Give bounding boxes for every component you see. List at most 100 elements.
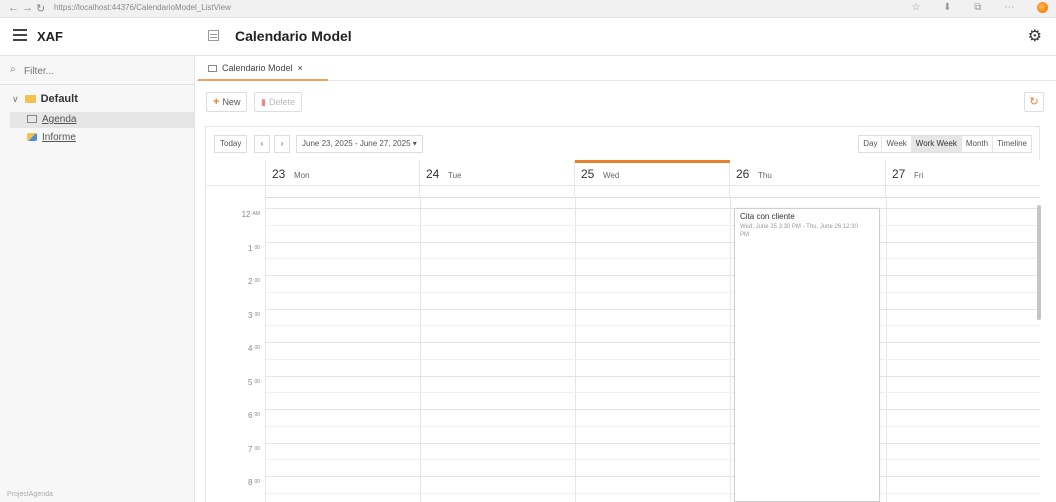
- day-header-thu[interactable]: 26 Thu: [730, 160, 886, 186]
- calendar-icon: [208, 30, 219, 41]
- view-month[interactable]: Month: [962, 136, 994, 152]
- half-hour-line: [266, 358, 1040, 360]
- hour-line: [266, 409, 1040, 410]
- forward-icon[interactable]: →: [22, 2, 33, 14]
- chevron-down-icon: ∨: [12, 94, 19, 104]
- back-icon[interactable]: ←: [8, 2, 19, 14]
- day-of-week: Tue: [448, 171, 462, 180]
- half-hour-line: [266, 258, 1040, 260]
- day-header-wed[interactable]: 25 Wed: [575, 160, 730, 186]
- sidebar: ⌕ ∨ Default Agenda Informe ProjectAgenda: [0, 56, 195, 502]
- brand: XAF: [37, 29, 63, 44]
- half-hour-line: [266, 224, 1040, 226]
- date-range-label: June 23, 2025 - June 27, 2025: [302, 139, 411, 148]
- sidebar-item-informe[interactable]: Informe: [27, 132, 76, 143]
- all-day-cell[interactable]: [420, 186, 575, 198]
- gear-icon[interactable]: ⚙: [1028, 26, 1042, 46]
- day-of-week-wrap: Thu: [756, 169, 772, 181]
- day-header-fri[interactable]: 27 Fri: [886, 160, 1040, 186]
- hour-value: 5: [247, 377, 253, 387]
- browser-bar: ← → ↻ https://localhost:44376/Calendario…: [0, 0, 1056, 18]
- half-hour-line: [266, 291, 1040, 293]
- view-work-week[interactable]: Work Week: [911, 136, 962, 152]
- day-number: 25: [581, 167, 595, 181]
- calendar-icon: [27, 115, 37, 123]
- hour-line: [266, 208, 1040, 209]
- hour-value: 3: [247, 310, 253, 320]
- next-button[interactable]: ›: [274, 135, 290, 153]
- caret-down-icon: ▾: [412, 139, 417, 148]
- toolbar: + New ▮ Delete ↻: [196, 81, 1056, 122]
- new-button[interactable]: + New: [206, 92, 248, 112]
- day-of-week: Fri: [914, 171, 924, 180]
- hour-label: 2 00: [206, 277, 264, 286]
- date-range-dropdown[interactable]: June 23, 2025 - June 27, 2025 ▾: [296, 135, 423, 153]
- day-of-week: Wed: [603, 171, 620, 180]
- nav-group-default[interactable]: ∨ Default: [12, 93, 78, 105]
- hour-label: 1 00: [206, 244, 264, 253]
- prev-button[interactable]: ‹: [254, 135, 270, 153]
- hour-value: 8: [247, 478, 253, 487]
- page-title: Calendario Model: [235, 28, 352, 44]
- tab-calendario-model[interactable]: Calendario Model ×: [198, 56, 328, 81]
- hour-label: 3 00: [206, 311, 264, 320]
- calendar-grid: 23 Mon 24 Tue 25 Wed 26 Thu 27 Fri 12 AM 1 00 2 00 3 00 4 0…: [205, 160, 1040, 502]
- folder-icon: [24, 95, 36, 103]
- time-header-corner: [206, 160, 266, 186]
- nav-group-label: Default: [40, 93, 78, 105]
- sidebar-divider: [0, 84, 195, 85]
- reload-icon[interactable]: ↻: [36, 2, 45, 15]
- hour-value: 4: [247, 344, 253, 353]
- vertical-scrollbar[interactable]: [1037, 205, 1041, 320]
- view-timeline[interactable]: Timeline: [993, 136, 1031, 152]
- hamburger-icon[interactable]: [13, 29, 27, 41]
- column-divider: [886, 198, 887, 502]
- calendar-icon: [208, 65, 217, 72]
- hour-line: [266, 476, 1040, 477]
- hour-label: 12 AM: [206, 210, 264, 219]
- delete-button[interactable]: ▮ Delete: [254, 92, 302, 112]
- new-label: New: [222, 97, 241, 107]
- all-day-cell[interactable]: [266, 186, 420, 198]
- filter-box: ⌕: [8, 62, 188, 80]
- day-header-tue[interactable]: 24 Tue: [420, 160, 575, 186]
- today-button[interactable]: Today: [214, 135, 248, 153]
- all-day-cell[interactable]: [730, 186, 886, 198]
- day-of-week-wrap: Tue: [446, 169, 462, 181]
- hour-line: [266, 342, 1040, 343]
- day-number: 24: [426, 167, 440, 181]
- app-header: XAF Calendario Model ⚙: [0, 18, 1056, 56]
- refresh-icon[interactable]: ↻: [1024, 92, 1044, 112]
- hour-line: [266, 308, 1040, 310]
- column-divider: [420, 198, 421, 502]
- report-icon: [27, 133, 37, 141]
- hour-suffix: 00: [254, 412, 260, 418]
- trash-icon: ▮: [261, 97, 266, 107]
- day-header-mon[interactable]: 23 Mon: [266, 160, 420, 186]
- hour-suffix: 00: [254, 244, 260, 251]
- profile-icon[interactable]: [1037, 2, 1048, 13]
- day-of-week-wrap: Fri: [912, 169, 923, 181]
- hour-value: 12: [241, 210, 251, 219]
- filter-input[interactable]: [24, 62, 184, 80]
- view-switcher: Day Week Work Week Month Timeline: [858, 135, 1032, 153]
- scheduler-toolbar: Today ‹ › June 23, 2025 - June 27, 2025 …: [205, 126, 1040, 160]
- view-week[interactable]: Week: [882, 136, 912, 152]
- hour-suffix: 00: [254, 278, 260, 284]
- view-day[interactable]: Day: [859, 136, 883, 152]
- url-field[interactable]: https://localhost:44376/CalendarioModel_…: [54, 3, 231, 12]
- hour-value: 7: [247, 444, 253, 454]
- hour-suffix: 00: [254, 445, 260, 452]
- hour-label: 5 00: [206, 378, 264, 387]
- all-day-cell[interactable]: [575, 186, 730, 198]
- appointment[interactable]: Cita con cliente Wed, June 25 3:30 PM - T…: [734, 208, 880, 502]
- day-number: 26: [736, 167, 750, 181]
- close-icon[interactable]: ×: [298, 63, 303, 73]
- half-hour-line: [266, 392, 1040, 394]
- sidebar-item-agenda[interactable]: Agenda: [10, 112, 194, 128]
- all-day-cell[interactable]: [886, 186, 1040, 198]
- app-footer: ProjectAgenda: [7, 491, 53, 498]
- hour-suffix: 00: [254, 311, 260, 318]
- day-number: 27: [892, 167, 906, 181]
- plus-icon: +: [213, 96, 220, 108]
